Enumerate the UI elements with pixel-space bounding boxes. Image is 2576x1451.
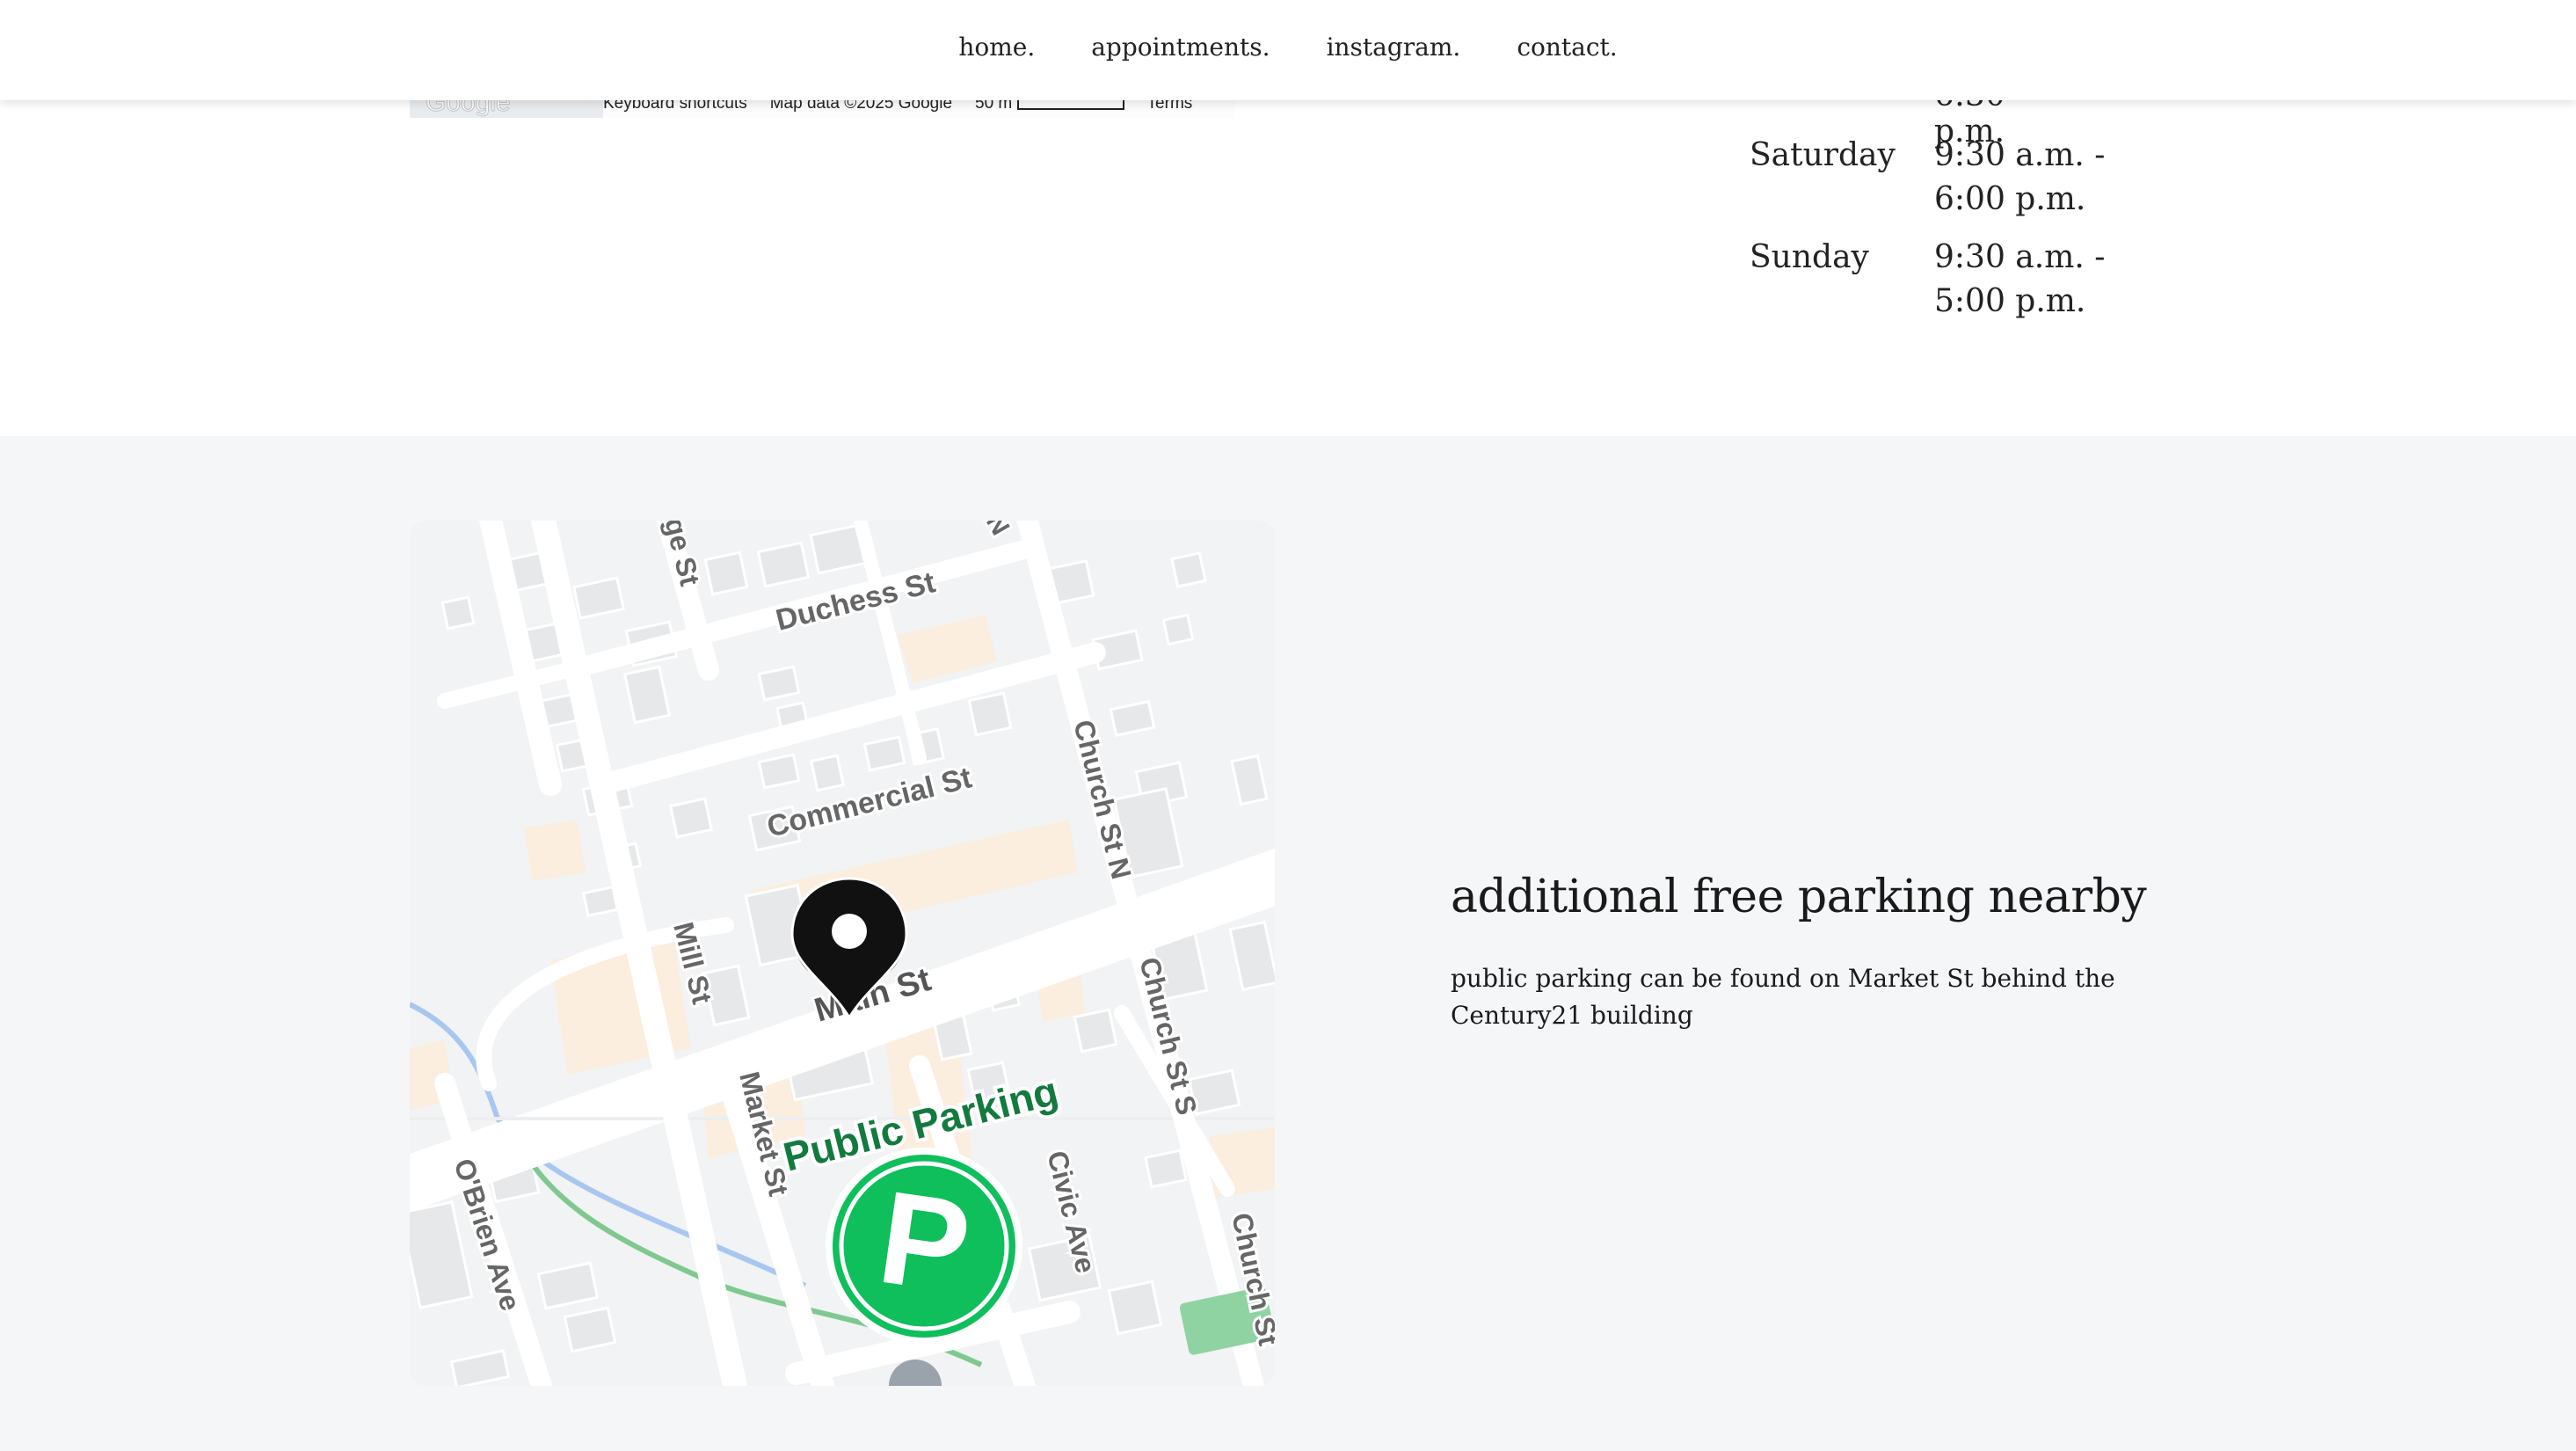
parking-map-image: Duchess St Commercial St Church St N Mil… <box>410 521 1275 1386</box>
parking-section-title: additional free parking nearby <box>1451 871 2147 923</box>
hours-day: Saturday <box>1750 137 1896 173</box>
scale-bar-icon <box>1016 99 1124 110</box>
nav-appointments-link[interactable]: appointments. <box>1091 33 1270 62</box>
hours-time: 9:30 a.m. -6:00 p.m. <box>1934 137 2106 217</box>
nav-home-link[interactable]: home. <box>958 33 1035 62</box>
parking-section <box>0 436 2576 1451</box>
hours-time: 9:30 a.m. -5:00 p.m. <box>1934 239 2106 319</box>
hours-day: Sunday <box>1750 239 1869 275</box>
nav-contact-link[interactable]: contact. <box>1517 33 1617 62</box>
parking-icon: P <box>826 1148 1022 1345</box>
parking-section-description: public parking can be found on Market St… <box>1451 964 2115 1030</box>
top-navigation: home. appointments. instagram. contact. <box>0 0 2576 100</box>
nav-instagram-link[interactable]: instagram. <box>1327 33 1461 62</box>
